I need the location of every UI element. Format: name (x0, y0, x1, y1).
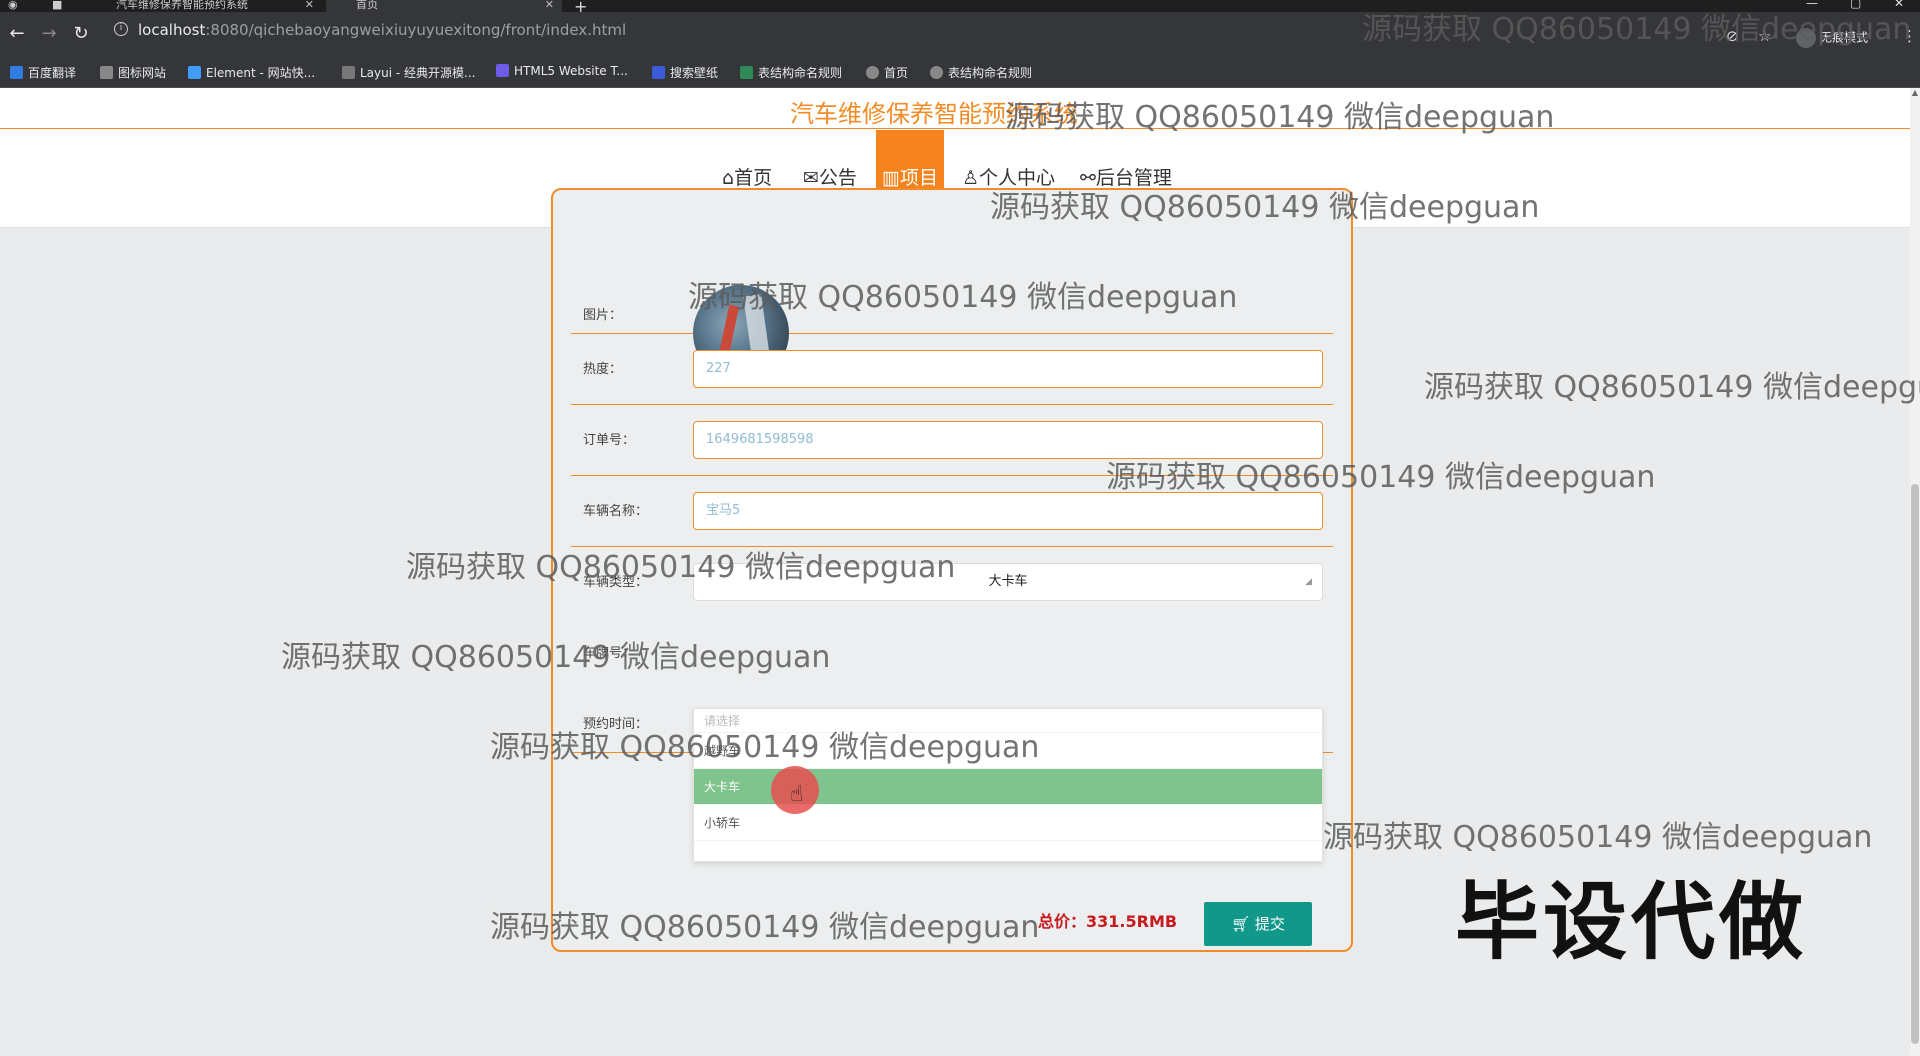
grid-icon: ▥ (882, 167, 900, 189)
tab-system[interactable]: 汽车维修保养智能预约系统 ✕ (92, 0, 322, 12)
watermark-big: 毕设代做 (1455, 873, 1808, 971)
total-value: 331.5RMB (1086, 912, 1178, 931)
bookmarks-bar: 百度翻译 图标网站 Element - 网站快... Layui - 经典开源模… (0, 58, 1920, 88)
vehicle-type-select[interactable]: 大卡车 ◢ (693, 563, 1323, 601)
tab-square-icon[interactable]: ■ (52, 0, 72, 12)
globe-icon (866, 66, 879, 79)
tab-title: 汽车维修保养智能预约系统 (116, 0, 248, 11)
forward-icon[interactable]: → (36, 22, 62, 48)
site-title: 汽车维修保养智能预约系统 (790, 100, 1078, 128)
plate-label: 车牌号： (583, 646, 636, 661)
reload-icon[interactable]: ↻ (68, 22, 94, 48)
vehicle-type-label: 车辆类型： (583, 575, 649, 590)
translate-icon (10, 66, 23, 79)
url-input[interactable]: i localhost:8080/qichebaoyangweixiuyuyue… (106, 18, 1766, 44)
html5-icon (496, 64, 509, 77)
maximize-icon[interactable]: ▢ (1850, 0, 1861, 10)
dropdown-option[interactable]: 请选择 (694, 709, 1322, 733)
appointment-label: 预约时间： (583, 717, 649, 732)
bookmark-item[interactable]: 百度翻译 (10, 64, 76, 81)
bookmark-item[interactable]: 搜索壁纸 (652, 64, 718, 81)
info-icon[interactable]: i (114, 22, 128, 36)
form-row-order: 订单号： 1649681598598 (571, 405, 1333, 476)
cart-icon: 🛒︎ (1231, 915, 1255, 933)
tab-title: 首页 (356, 0, 378, 11)
user-icon: ♙ (962, 167, 980, 189)
header-divider (0, 128, 1910, 129)
incognito-badge[interactable]: 无痕模式 (1796, 28, 1868, 48)
close-icon[interactable]: ✕ (305, 0, 314, 10)
vehicle-name-label: 车辆名称： (583, 504, 649, 519)
bookmark-item[interactable]: 表结构命名规则 (930, 64, 1032, 81)
booking-form-card: 图片： 热度： 227 订单号： 1649681598598 车辆名称： 宝马5… (551, 188, 1353, 952)
browser-tab-strip: ◉ ■ 汽车维修保养智能预约系统 ✕ 首页 ✕ + — ▢ ✕ (0, 0, 1920, 16)
bookmark-item[interactable]: Layui - 经典开源模... (342, 64, 475, 81)
total-price: 总价：331.5RMB (1038, 908, 1177, 932)
chevron-down-icon: ◢ (1305, 577, 1312, 587)
close-window-icon[interactable]: ✕ (1894, 0, 1904, 10)
submit-button[interactable]: 🛒︎ 提交 (1204, 902, 1312, 946)
form-row-plate: 车牌号： (571, 618, 1333, 689)
bookmark-item[interactable]: HTML5 Website T... (496, 64, 628, 78)
back-icon[interactable]: ← (4, 22, 30, 48)
menu-icon[interactable]: ⋮ (1902, 27, 1917, 45)
mail-icon: ✉ (803, 167, 819, 189)
form-row-heat: 热度： 227 (571, 334, 1333, 405)
element-icon (188, 66, 201, 79)
form-row-image: 图片： (571, 190, 1333, 334)
close-icon[interactable]: ✕ (545, 0, 554, 10)
eye-off-icon[interactable]: ⊘ (1726, 27, 1739, 45)
dropdown-option[interactable]: 越野车 (694, 733, 1322, 769)
link-icon: ⚯ (1080, 167, 1096, 189)
hand-cursor-icon: ☝ (790, 782, 804, 807)
bookmark-item[interactable]: 首页 (866, 64, 908, 81)
image-label: 图片： (583, 308, 623, 323)
heat-field[interactable]: 227 (693, 350, 1323, 388)
star-icon[interactable]: ☆ (1758, 27, 1771, 45)
form-row-vehicle-type: 车辆类型： 大卡车 ◢ (571, 547, 1333, 618)
bookmark-item[interactable]: 表结构命名规则 (740, 64, 842, 81)
flag-icon (100, 66, 113, 79)
order-label: 订单号： (583, 433, 636, 448)
heat-label: 热度： (583, 362, 623, 377)
form-row-vehicle-name: 车辆名称： 宝马5 (571, 476, 1333, 547)
minimize-icon[interactable]: — (1806, 0, 1818, 10)
incognito-icon (1796, 28, 1816, 48)
scroll-thumb[interactable] (1911, 484, 1919, 1044)
sheet-icon (740, 66, 753, 79)
bookmark-item[interactable]: 图标网站 (100, 64, 166, 81)
home-icon: ⌂ (722, 167, 735, 189)
tab-home[interactable]: 首页 ✕ (326, 0, 562, 12)
vehicle-name-field[interactable]: 宝马5 (693, 492, 1323, 530)
url-text: localhost:8080/qichebaoyangweixiuyuyuexi… (138, 21, 627, 39)
address-bar: ← → ↻ i localhost:8080/qichebaoyangweixi… (0, 12, 1920, 64)
scrollbar[interactable]: ▲ (1910, 88, 1920, 1056)
total-label: 总价： (1038, 912, 1087, 931)
layui-icon (342, 66, 355, 79)
order-number-field[interactable]: 1649681598598 (693, 421, 1323, 459)
select-value: 大卡车 (988, 574, 1028, 589)
bookmark-item[interactable]: Element - 网站快... (188, 64, 315, 81)
chrome-icon: ◉ (8, 0, 18, 11)
scroll-up-icon[interactable]: ▲ (1910, 88, 1920, 98)
globe-icon (930, 66, 943, 79)
wallpaper-icon (652, 66, 665, 79)
